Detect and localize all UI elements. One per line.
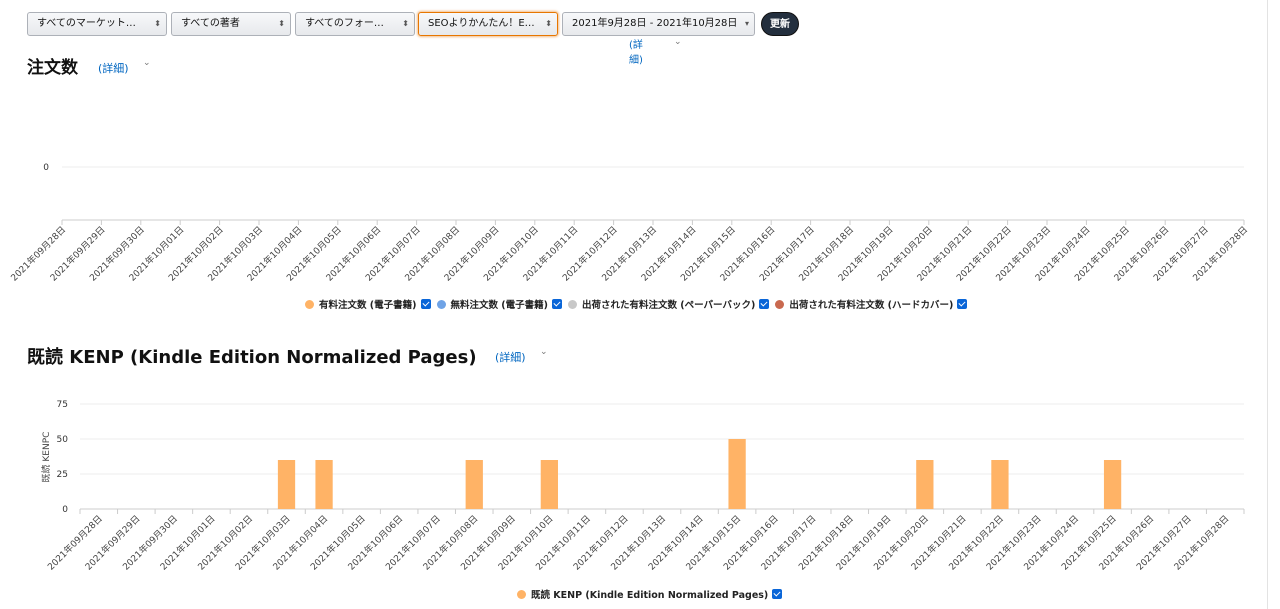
- bar: [991, 460, 1009, 509]
- bar: [728, 439, 746, 509]
- legend-label: 既読 KENP (Kindle Edition Normalized Pages…: [531, 590, 769, 601]
- legend-checkbox[interactable]: [772, 589, 783, 599]
- y-axis-label: 既読 KENPC: [40, 432, 52, 483]
- bar: [315, 460, 333, 509]
- kenp-legend: 既読 KENP (Kindle Edition Normalized Pages…: [517, 587, 788, 601]
- y-tick-label: 75: [57, 400, 68, 410]
- bar: [916, 460, 934, 509]
- bar: [277, 460, 296, 509]
- legend-item[interactable]: 既読 KENP (Kindle Edition Normalized Pages…: [517, 587, 783, 601]
- kenp-chart: 0255075既読 KENPC2021年09月28日2021年09月29日202…: [40, 400, 1245, 573]
- y-tick-label: 0: [62, 505, 68, 515]
- legend-dot-icon: [517, 590, 526, 599]
- bar: [465, 460, 483, 509]
- bar: [1103, 460, 1122, 509]
- y-tick-label: 50: [57, 435, 69, 445]
- bar: [540, 460, 558, 509]
- y-tick-label: 25: [57, 470, 68, 480]
